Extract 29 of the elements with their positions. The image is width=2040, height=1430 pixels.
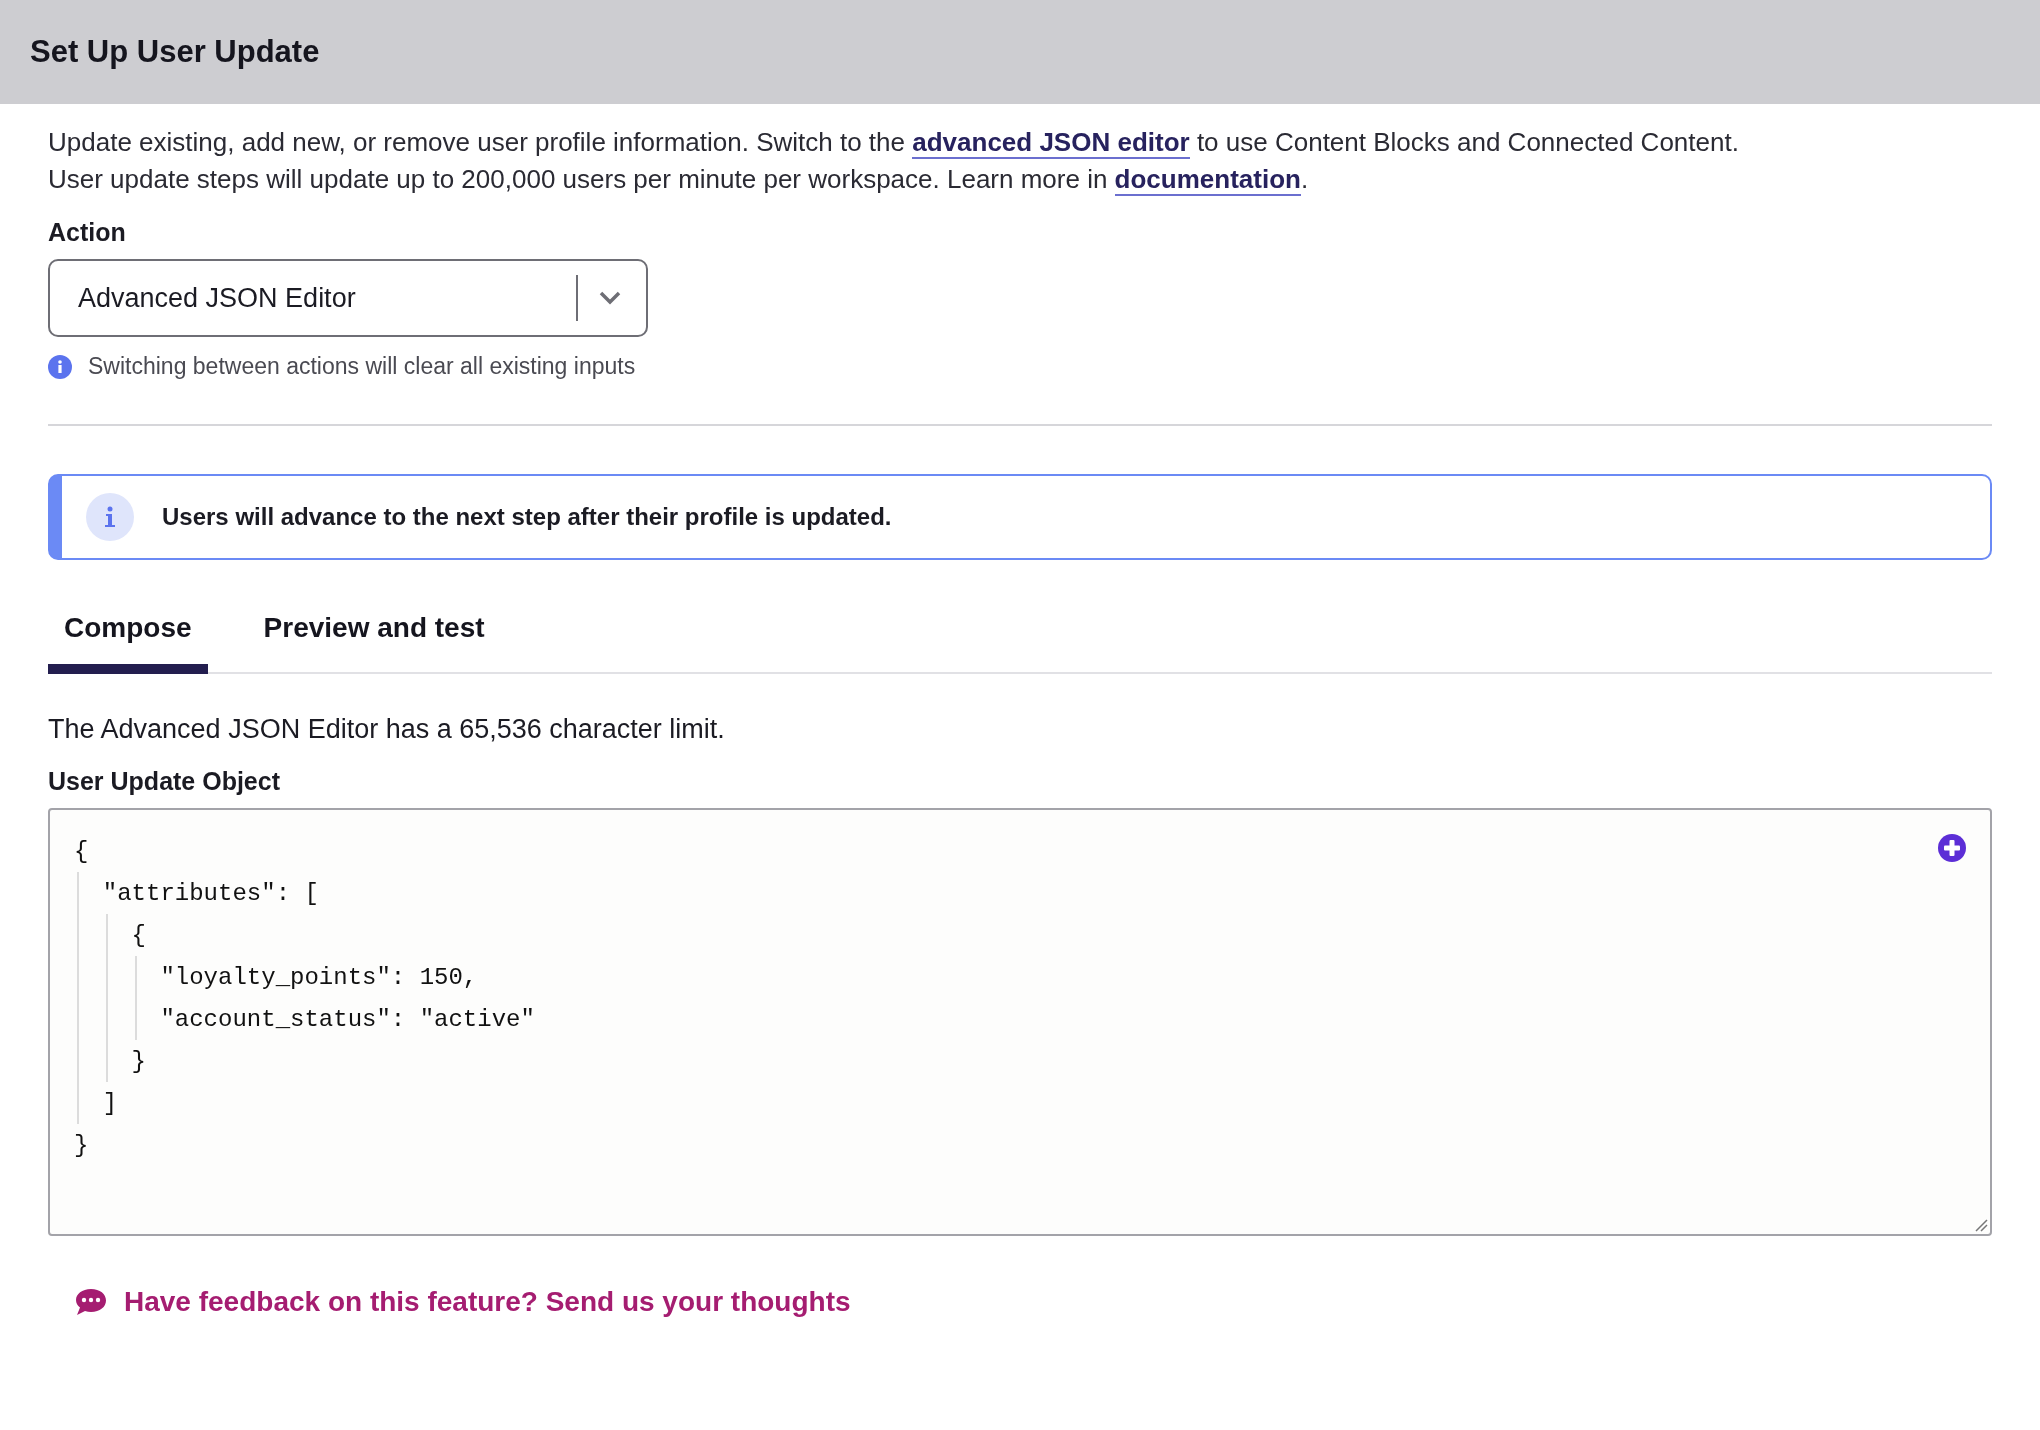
code-line: ] xyxy=(101,1089,118,1117)
chevron-down-icon xyxy=(598,290,622,306)
hint-text: Switching between actions will clear all existing inputs xyxy=(88,353,636,380)
description-text: User update steps will update up to 200,000 users per minute per workspace. Learn more in documentation. xyxy=(48,163,1310,198)
description-link[interactable]: documentation xyxy=(1114,164,1301,196)
info-icon xyxy=(48,354,72,379)
code-line: { xyxy=(74,837,89,865)
code-line: } xyxy=(74,1131,89,1159)
info-icon xyxy=(86,493,134,541)
action-select[interactable]: Advanced JSON Editor xyxy=(48,259,648,337)
action-label: Action xyxy=(48,218,127,247)
description-text: Update existing, add new, or remove user profile information. Switch to the advanced JSON editor to use Content Blocks and Connected Content. xyxy=(48,126,1740,161)
feedback-link[interactable]: Have feedback on this feature? Send us your thoughts xyxy=(74,1286,851,1318)
code-line: { xyxy=(130,921,146,949)
tab[interactable]: Compose xyxy=(48,612,208,674)
limit-note: The Advanced JSON Editor has a 65,536 character limit. xyxy=(48,714,726,745)
resize-handle-icon[interactable] xyxy=(1974,1218,1988,1232)
speech-bubble-icon xyxy=(74,1287,108,1317)
editor-label: User Update Object xyxy=(48,767,281,796)
add-icon[interactable] xyxy=(1938,834,1966,862)
code-line: "attributes": [ xyxy=(101,879,319,907)
code-line: "account_status": "active" xyxy=(159,1005,535,1033)
banner-text: Users will advance to the next step after their profile is updated. xyxy=(162,503,892,531)
code-line: } xyxy=(130,1047,146,1075)
code-editor[interactable]: { "attributes": [ { "loyalty_points": 150, "account_status": "active" } ] } xyxy=(48,808,1992,1236)
description-link[interactable]: advanced JSON editor xyxy=(912,127,1190,159)
code-line: "loyalty_points": 150, xyxy=(159,963,478,991)
dialog-title: Set Up User Update xyxy=(30,34,320,70)
tab[interactable]: Preview and test xyxy=(247,612,501,674)
